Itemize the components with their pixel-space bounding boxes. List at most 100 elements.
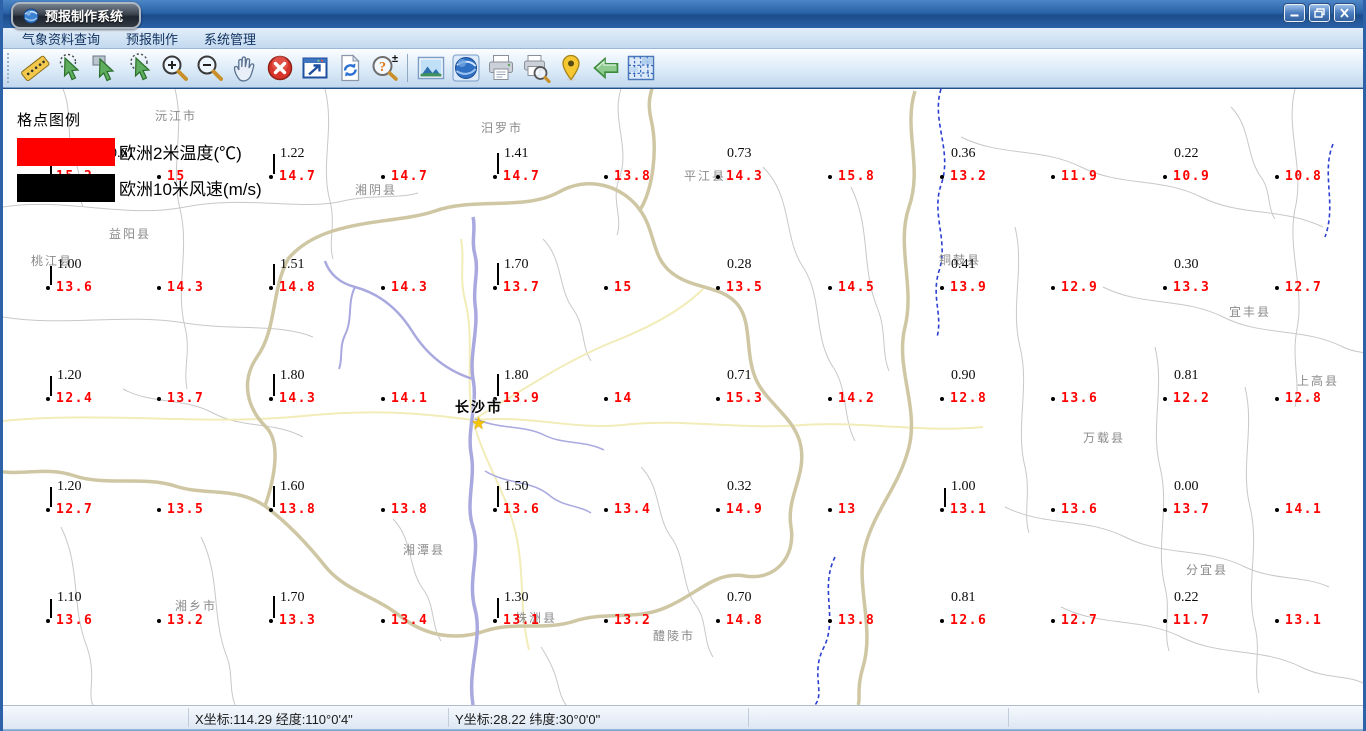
menu-item-2[interactable]: 系统管理 [191, 28, 269, 48]
wind-speed-value: 1.00 [57, 257, 82, 272]
county-label: 宜丰县 [1229, 305, 1272, 319]
grid-point-dot [381, 397, 385, 401]
temperature-value: 13.8 [838, 613, 876, 628]
temperature-value: 14 [614, 391, 633, 406]
toolbar-button-select-rectangle[interactable] [87, 51, 122, 85]
status-separator [1008, 708, 1009, 727]
select-feature-icon [59, 53, 79, 81]
temperature-value: 13.6 [56, 280, 94, 295]
grid-point-dot [1275, 397, 1279, 401]
toolbar-button-pan[interactable] [227, 51, 262, 85]
minimize-button[interactable] [1283, 3, 1306, 23]
zoom-in-icon [162, 55, 188, 81]
grid-point-dot [381, 286, 385, 290]
wind-barb [497, 263, 499, 285]
restore-button[interactable] [1308, 3, 1331, 23]
wind-speed-value: 1.20 [57, 479, 82, 494]
status-separator [748, 708, 749, 727]
temperature-value: 14.8 [726, 613, 764, 628]
menu-item-1[interactable]: 预报制作 [113, 28, 191, 48]
temperature-value: 12.7 [1061, 613, 1099, 628]
grid-point-dot [1275, 508, 1279, 512]
temperature-value: 13.7 [167, 391, 205, 406]
insert-image-icon [417, 56, 444, 80]
toolbar-button-identify-help[interactable]: ? ± [367, 51, 402, 85]
grid-point-dot [828, 508, 832, 512]
wind-speed-value: 1.50 [504, 479, 529, 494]
temperature-value: 13.7 [503, 280, 541, 295]
temperature-value: 12.7 [56, 502, 94, 517]
grid-point-dot [1275, 286, 1279, 290]
grid-point-dot [157, 619, 161, 623]
legend-item-1: 欧洲10米风速(m/s) [17, 174, 262, 202]
window-controls [1283, 3, 1356, 23]
grid-select-icon [627, 55, 654, 81]
grid-point-dot [46, 508, 50, 512]
wind-speed-value: 1.70 [280, 590, 305, 605]
toolbar-button-refresh[interactable] [332, 51, 367, 85]
grid-point-dot [493, 175, 497, 179]
toolbar-button-zoom-in[interactable] [157, 51, 192, 85]
grid-point-dot [269, 508, 273, 512]
locate-pin-icon [561, 54, 580, 82]
wind-speed-value: 0.81 [951, 590, 976, 605]
toolbar-button-zoom-out[interactable] [192, 51, 227, 85]
temperature-value: 13.8 [279, 502, 317, 517]
toolbar-button-print[interactable] [483, 51, 518, 85]
wind-speed-value: 0.71 [727, 368, 752, 383]
temperature-value: 14.5 [838, 280, 876, 295]
toolbar-button-globe[interactable] [448, 51, 483, 85]
grid-point-dot [381, 619, 385, 623]
toolbar-grip[interactable] [7, 53, 13, 83]
grid-point-dot [1275, 619, 1279, 623]
close-button[interactable] [1333, 3, 1356, 23]
temperature-value: 13.6 [56, 613, 94, 628]
county-label: 上高县 [1297, 374, 1340, 388]
temperature-value: 11.9 [1061, 169, 1099, 184]
grid-point-dot [828, 397, 832, 401]
grid-point-dot [381, 175, 385, 179]
toolbar-button-measure[interactable] [17, 51, 52, 85]
temperature-value: 12.8 [1285, 391, 1323, 406]
toolbar-button-select-circle[interactable] [122, 51, 157, 85]
temperature-value: 15.3 [726, 391, 764, 406]
status-x-coordinate: X坐标:114.29 经度:110°0'4" [195, 712, 353, 727]
status-separator [188, 708, 189, 727]
wind-barb [50, 487, 52, 507]
county-label: 醴陵市 [653, 629, 696, 643]
grid-point-dot [1051, 508, 1055, 512]
grid-point-dot [157, 397, 161, 401]
wind-barb [497, 598, 499, 618]
temperature-value: 13.5 [726, 280, 764, 295]
app-globe-icon [23, 8, 39, 23]
temperature-value: 13.2 [950, 169, 988, 184]
grid-point-dot [46, 397, 50, 401]
status-bar: X坐标:114.29 经度:110°0'4" Y坐标:28.22 纬度:30°0… [3, 705, 1363, 729]
toolbar-button-locate[interactable] [553, 51, 588, 85]
wind-barb [273, 154, 275, 174]
wind-speed-value: 1.60 [280, 479, 305, 494]
toolbar-separator [407, 54, 408, 82]
toolbar-button-grid-select[interactable] [623, 51, 658, 85]
toolbar-button-cancel[interactable] [262, 51, 297, 85]
grid-point-dot [1051, 175, 1055, 179]
menu-item-0[interactable]: 气象资料查询 [9, 28, 113, 48]
toolbar-button-select-feature[interactable] [52, 51, 87, 85]
toolbar-button-image[interactable] [413, 51, 448, 85]
map-canvas[interactable]: 15.20.611514.71.2214.714.71.4113.814.30.… [3, 88, 1363, 705]
toolbar-button-print-preview[interactable] [518, 51, 553, 85]
grid-point-dot [940, 619, 944, 623]
temperature-value: 13.6 [1061, 502, 1099, 517]
changsha-star-marker: ★ [471, 414, 487, 433]
temperature-value: 12.6 [950, 613, 988, 628]
help-glyph: ? [379, 60, 386, 75]
select-circle-icon [129, 53, 150, 81]
county-label: 万载县 [1083, 431, 1126, 445]
toolbar-button-fit-window[interactable] [297, 51, 332, 85]
wind-speed-value: 0.32 [727, 479, 752, 494]
map-legend: 格点图例 欧洲2米温度(℃) 欧洲10米风速(m/s) [3, 89, 262, 202]
toolbar-button-back[interactable] [588, 51, 623, 85]
wind-speed-value: 1.80 [504, 368, 529, 383]
grid-point-dot [493, 619, 497, 623]
wind-speed-value: 0.00 [1174, 479, 1199, 494]
